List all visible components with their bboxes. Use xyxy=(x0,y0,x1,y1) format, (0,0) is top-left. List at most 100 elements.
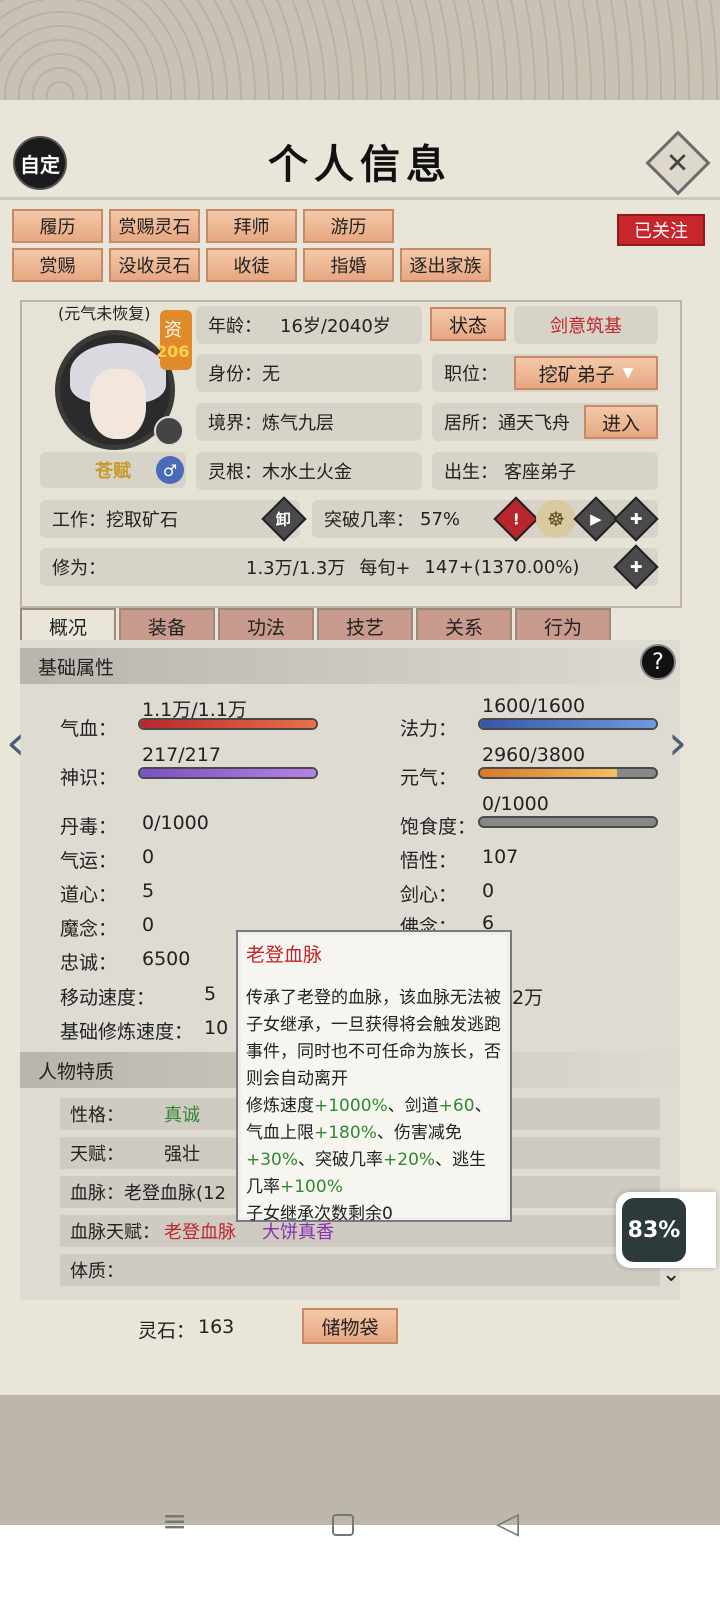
demon-value: 0 xyxy=(142,914,155,936)
arrange-marriage-button[interactable]: 指婚 xyxy=(303,248,394,282)
enter-button[interactable]: 进入 xyxy=(584,405,658,439)
character-name: 苍赋 xyxy=(95,461,131,482)
realm-value: 炼气九层 xyxy=(262,413,334,434)
tooltip-bonus: +100% xyxy=(280,1177,343,1197)
resume-button[interactable]: 履历 xyxy=(12,209,103,243)
apprentice-button[interactable]: 拜师 xyxy=(206,209,297,243)
sword-label: 剑心： xyxy=(400,884,458,906)
personality-label: 性格： xyxy=(70,1105,124,1126)
sense-label: 神识： xyxy=(60,767,118,789)
tooltip-text: 、剑道 xyxy=(387,1096,439,1116)
bloodline-talent-1[interactable]: 老登血脉 xyxy=(164,1218,236,1244)
tab-equipment[interactable]: 装备 xyxy=(119,608,215,644)
floating-widget[interactable]: 83% xyxy=(616,1192,716,1268)
top-decoration xyxy=(0,0,720,100)
wisdom-value: 107 xyxy=(482,846,519,868)
sense-bar xyxy=(138,767,318,779)
birth-field: 出生： 客座弟子 xyxy=(432,452,658,490)
tooltip-bonus: +1000% xyxy=(314,1096,388,1116)
identity-value: 无 xyxy=(262,364,280,385)
spirit-stone-label: 灵石： xyxy=(138,1320,196,1342)
expel-button[interactable]: 逐出家族 xyxy=(400,248,491,282)
residence-value: 通天飞舟 xyxy=(498,413,570,434)
personality-value: 真诚 xyxy=(164,1105,200,1126)
tooltip-title: 老登血脉 xyxy=(246,944,323,966)
reward-stone-button[interactable]: 赏赐灵石 xyxy=(109,209,200,243)
tab-arts[interactable]: 技艺 xyxy=(317,608,413,644)
sense-value: 217/217 xyxy=(142,744,221,766)
dao-value: 5 xyxy=(142,880,155,902)
auto-button[interactable]: 自定 xyxy=(13,136,67,190)
status-button[interactable]: 状态 xyxy=(430,307,506,341)
edit-pen-icon[interactable] xyxy=(154,416,184,446)
sense-bar-fill xyxy=(140,769,316,777)
train-label: 基础修炼速度： xyxy=(60,1021,194,1043)
work-label: 工作： xyxy=(52,510,106,531)
demon-label: 魔念： xyxy=(60,918,118,940)
avatar-face xyxy=(90,369,146,439)
take-disciple-button[interactable]: 收徒 xyxy=(206,248,297,282)
status-value: 剑意筑基 xyxy=(514,306,658,344)
tooltip-desc: 传承了老登的血脉，该血脉无法被子女继承，一旦获得将会触发逃跑事件，同时也不可任命… xyxy=(246,988,501,1089)
help-icon[interactable]: ? xyxy=(640,644,676,680)
qi-label: 元气： xyxy=(400,767,458,789)
qi-bar-fill xyxy=(480,769,618,777)
prev-arrow-icon[interactable]: ‹ xyxy=(6,718,36,768)
root-value: 木水土火金 xyxy=(262,462,352,483)
move-label: 移动速度： xyxy=(60,987,156,1009)
bloodline-tooltip: 老登血脉 传承了老登的血脉，该血脉无法被子女继承，一旦获得将会触发逃跑事件，同时… xyxy=(236,930,512,1224)
root-field: 灵根： 木水土火金 xyxy=(196,452,422,490)
age-label: 年龄： xyxy=(208,316,262,337)
tooltip-body: 传承了老登的血脉，该血脉无法被子女继承，一旦获得将会触发逃跑事件，同时也不可任命… xyxy=(246,985,502,1228)
tooltip-text: 、伤害减免 xyxy=(376,1123,462,1143)
vitality-status: (元气未恢复) xyxy=(58,304,151,323)
sword-value: 0 xyxy=(482,880,495,902)
tab-overview[interactable]: 概况 xyxy=(20,608,116,644)
tab-skills[interactable]: 功法 xyxy=(218,608,314,644)
tab-relations[interactable]: 关系 xyxy=(416,608,512,644)
talent-label: 天赋： xyxy=(70,1144,124,1165)
scroll-down-icon[interactable]: ⌄ xyxy=(662,1262,680,1287)
meditation-icon[interactable]: ☸ xyxy=(536,500,576,538)
aptitude-value: 206 xyxy=(156,342,190,361)
bottom-background xyxy=(0,1395,720,1525)
post-dropdown[interactable]: 挖矿弟子 ▼ xyxy=(514,356,658,390)
age-value: 16岁/2040岁 xyxy=(280,316,391,337)
hp-label: 气血： xyxy=(60,718,118,740)
root-label: 灵根： xyxy=(208,462,262,483)
move-value: 5 xyxy=(204,983,217,1005)
cultivation-label: 修为： xyxy=(52,558,106,579)
wisdom-label: 悟性： xyxy=(400,850,458,872)
chevron-down-icon: ▼ xyxy=(622,365,634,381)
constitution-row: 体质： xyxy=(60,1254,660,1286)
followed-badge[interactable]: 已关注 xyxy=(617,214,705,246)
talent-value: 强壮 xyxy=(164,1144,200,1165)
confiscate-stone-button[interactable]: 没收灵石 xyxy=(109,248,200,282)
hp-bar xyxy=(138,718,318,730)
mana-bar xyxy=(478,718,658,730)
dao-label: 道心： xyxy=(60,884,118,906)
poison-value: 0/1000 xyxy=(142,812,209,834)
tooltip-text: 、突破几率 xyxy=(298,1150,384,1170)
storage-bag-button[interactable]: 储物袋 xyxy=(302,1308,398,1344)
home-icon[interactable] xyxy=(332,1514,354,1536)
post-value: 挖矿弟子 xyxy=(538,363,615,386)
reward-button[interactable]: 赏赐 xyxy=(12,248,103,282)
tooltip-bonus: +20% xyxy=(383,1150,436,1170)
luck-label: 气运： xyxy=(60,850,118,872)
cultivation-field: 修为： 1.3万/1.3万 每旬+ 147+(1370.00%) xyxy=(40,548,658,586)
close-icon: ✕ xyxy=(666,146,690,180)
back-icon[interactable]: ◁ xyxy=(496,1506,519,1541)
base-attrs-header: 基础属性 xyxy=(20,648,680,684)
tab-behavior[interactable]: 行为 xyxy=(515,608,611,644)
next-arrow-icon[interactable]: › xyxy=(668,718,698,768)
menu-icon[interactable]: ≡ xyxy=(162,1504,187,1539)
travel-button[interactable]: 游历 xyxy=(303,209,394,243)
birth-value: 客座弟子 xyxy=(504,462,576,483)
spirit-stone-value: 163 xyxy=(198,1316,235,1338)
qi-bar xyxy=(478,767,658,779)
loyalty-label: 忠诚： xyxy=(60,952,118,974)
realm-field: 境界： 炼气九层 xyxy=(196,403,422,441)
birth-label: 出生： xyxy=(444,462,498,483)
poison-label: 丹毒： xyxy=(60,816,118,838)
